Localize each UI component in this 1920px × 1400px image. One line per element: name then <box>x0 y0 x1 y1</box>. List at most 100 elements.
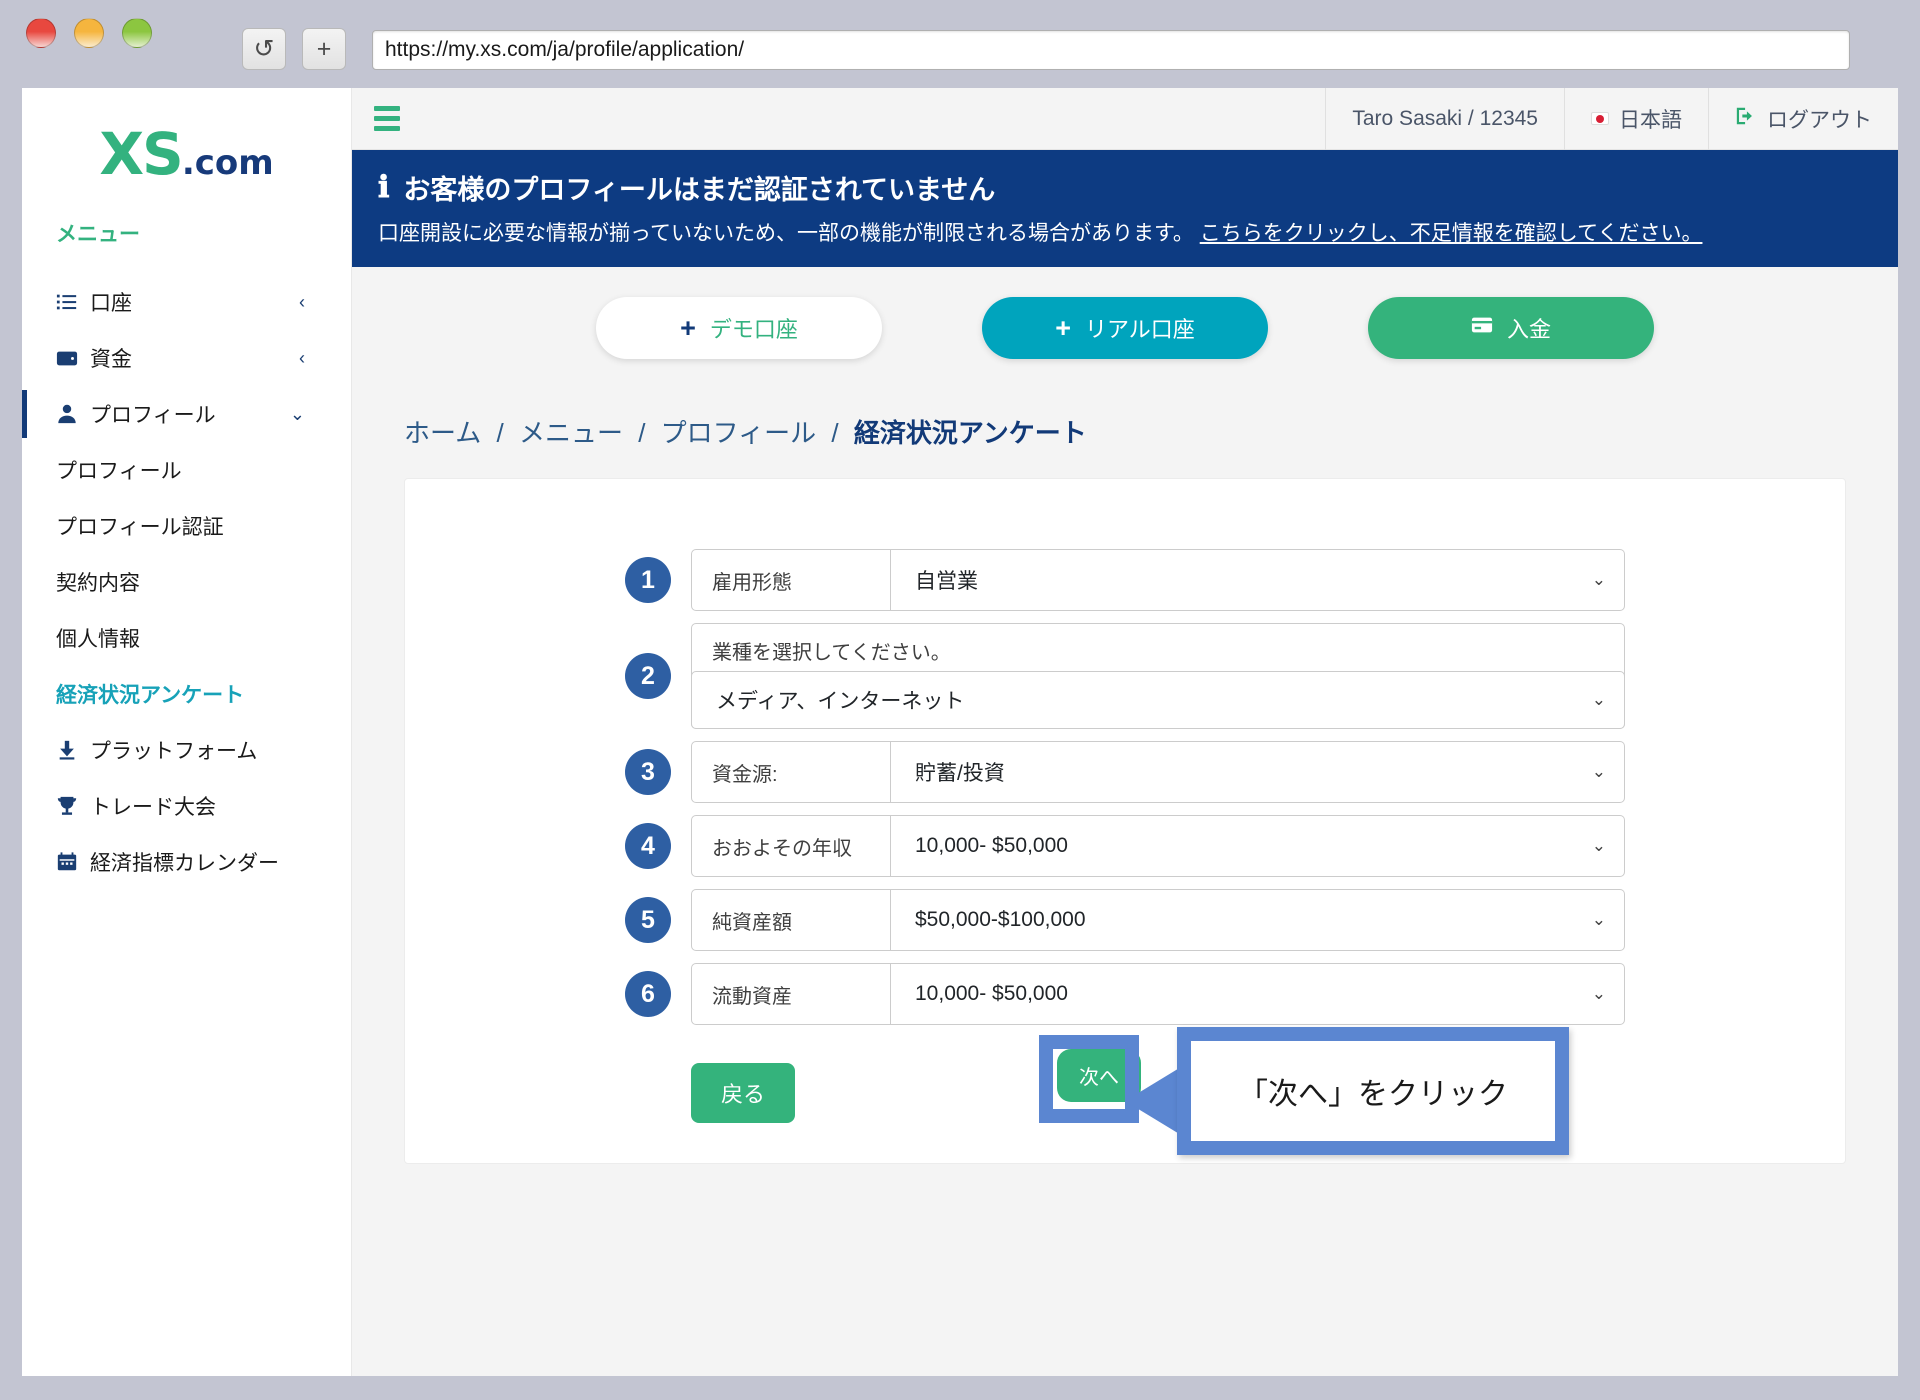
user-name-and-id: Taro Sasaki / 12345 <box>1352 106 1538 130</box>
url-text: https://my.xs.com/ja/profile/application… <box>385 38 745 61</box>
breadcrumb-separator: / <box>638 418 646 448</box>
sidebar-subitem-label: 個人情報 <box>56 628 140 651</box>
net-worth-select[interactable]: $50,000-$100,000 ⌄ <box>891 889 1625 951</box>
sidebar-item-label: トレード大会 <box>90 796 216 819</box>
sidebar: XS.com メニュー 口座 ‹ 資金 ‹ プロフィール ⌄ プロフィール プロ… <box>22 88 352 1376</box>
step-number-badge: 1 <box>625 557 671 603</box>
sidebar-subitem-financial-survey[interactable]: 経済状況アンケート <box>22 666 351 722</box>
deposit-button[interactable]: 入金 <box>1368 297 1654 359</box>
employment-type-label: 雇用形態 <box>691 549 891 611</box>
language-selector[interactable]: 日本語 <box>1564 88 1708 150</box>
next-button-highlight <box>1039 1035 1139 1123</box>
liquid-assets-select[interactable]: 10,000- $50,000 ⌄ <box>891 963 1625 1025</box>
logo-mark: XS <box>99 120 183 188</box>
real-account-label: リアル口座 <box>1085 317 1195 342</box>
sidebar-subitem-label: 契約内容 <box>56 572 140 595</box>
step-number-badge: 4 <box>625 823 671 869</box>
step-number-badge: 3 <box>625 749 671 795</box>
liquid-assets-value: 10,000- $50,000 <box>915 982 1068 1005</box>
sidebar-item-profile[interactable]: プロフィール ⌄ <box>22 386 351 442</box>
annual-income-label: おおよその年収 <box>691 815 891 877</box>
employment-type-select[interactable]: 自営業 ⌄ <box>891 549 1625 611</box>
wallet-icon <box>56 347 90 369</box>
trophy-icon <box>56 795 90 817</box>
app-window: XS.com メニュー 口座 ‹ 資金 ‹ プロフィール ⌄ プロフィール プロ… <box>22 88 1898 1376</box>
sidebar-subitem-profile[interactable]: プロフィール <box>22 442 351 498</box>
funds-source-value: 貯蓄/投資 <box>915 762 1005 785</box>
back-button[interactable]: 戻る <box>691 1063 796 1123</box>
callout-arrow <box>1125 1067 1181 1135</box>
funds-source-select[interactable]: 貯蓄/投資 ⌄ <box>891 741 1625 803</box>
logout-icon <box>1735 105 1757 133</box>
sidebar-subitem-label: プロフィール <box>56 460 182 483</box>
chevron-down-icon: ⌄ <box>1591 836 1606 855</box>
sidebar-item-label: 経済指標カレンダー <box>90 852 279 875</box>
breadcrumb-item-home[interactable]: ホーム <box>404 418 481 448</box>
sidebar-item-platform[interactable]: プラットフォーム <box>22 722 351 778</box>
form-actions: 戻る 次へ 「次へ」をクリック <box>625 1027 1625 1155</box>
breadcrumb-separator: / <box>496 418 504 448</box>
sidebar-item-label: 資金 <box>90 348 132 371</box>
account-action-buttons: + デモ口座 + リアル口座 入金 <box>352 267 1898 385</box>
new-tab-icon[interactable]: + <box>302 28 346 70</box>
sidebar-item-funds[interactable]: 資金 ‹ <box>22 330 351 386</box>
sidebar-item-label: プロフィール <box>90 404 216 427</box>
demo-account-button[interactable]: + デモ口座 <box>596 297 882 359</box>
sidebar-subitem-personal-info[interactable]: 個人情報 <box>22 610 351 666</box>
url-input[interactable]: https://my.xs.com/ja/profile/application… <box>372 30 1850 70</box>
chevron-left-icon: ‹ <box>299 291 305 312</box>
minimize-window-button[interactable] <box>74 18 104 48</box>
chevron-down-icon: ⌄ <box>1591 690 1606 709</box>
person-icon <box>56 403 90 425</box>
hamburger-icon[interactable] <box>374 106 400 131</box>
japan-flag-icon <box>1591 112 1609 125</box>
demo-account-label: デモ口座 <box>709 317 798 342</box>
reload-icon[interactable]: ↺ <box>242 28 286 70</box>
sidebar-subitem-contract[interactable]: 契約内容 <box>22 554 351 610</box>
employment-type-value: 自営業 <box>915 570 978 593</box>
xs-logo[interactable]: XS.com <box>22 120 351 188</box>
logout-label: ログアウト <box>1767 108 1872 132</box>
sidebar-item-trading-contest[interactable]: トレード大会 <box>22 778 351 834</box>
banner-title: お客様のプロフィールはまだ認証されていません <box>403 175 996 205</box>
breadcrumb-current: 経済状況アンケート <box>853 418 1087 448</box>
real-account-button[interactable]: + リアル口座 <box>982 297 1268 359</box>
industry-select[interactable]: メディア、インターネット ⌄ <box>691 671 1625 729</box>
industry-value: メディア、インターネット <box>716 690 965 713</box>
banner-title-row: ℹ お客様のプロフィールはまだ認証されていません <box>378 168 1872 207</box>
funds-source-label: 資金源: <box>691 741 891 803</box>
breadcrumb: ホーム / メニュー / プロフィール / 経済状況アンケート <box>352 385 1898 478</box>
close-window-button[interactable] <box>26 18 56 48</box>
net-worth-label: 純資産額 <box>691 889 891 951</box>
breadcrumb-item-menu[interactable]: メニュー <box>519 418 623 448</box>
survey-form: 1 雇用形態 自営業 ⌄ 2 業種を選択してください。 メディア、インターネット… <box>625 549 1625 1025</box>
plus-icon: + <box>680 312 696 343</box>
banner-body-row: 口座開設に必要な情報が揃っていないため、一部の機能が制限される場合があります。 … <box>378 217 1872 247</box>
download-icon <box>56 739 90 761</box>
user-account-display[interactable]: Taro Sasaki / 12345 <box>1325 88 1564 150</box>
breadcrumb-item-profile[interactable]: プロフィール <box>661 418 816 448</box>
chevron-down-icon: ⌄ <box>1591 762 1606 781</box>
form-row-4: 4 おおよその年収 10,000- $50,000 ⌄ <box>625 815 1625 877</box>
deposit-label: 入金 <box>1506 317 1551 342</box>
sidebar-menu-title: メニュー <box>56 223 140 246</box>
credit-card-icon <box>1471 314 1493 342</box>
calendar-icon <box>56 851 90 873</box>
window-bottom-strip <box>0 1378 1920 1400</box>
sidebar-item-label: 口座 <box>90 292 132 315</box>
chevron-down-icon: ⌄ <box>1591 984 1606 1003</box>
step-number-badge: 2 <box>625 653 671 699</box>
browser-chrome: ↺ + https://my.xs.com/ja/profile/applica… <box>0 0 1920 88</box>
form-row-3: 3 資金源: 貯蓄/投資 ⌄ <box>625 741 1625 803</box>
logout-button[interactable]: ログアウト <box>1708 88 1898 150</box>
list-icon <box>56 291 90 313</box>
sidebar-item-accounts[interactable]: 口座 ‹ <box>22 274 351 330</box>
annual-income-select[interactable]: 10,000- $50,000 ⌄ <box>891 815 1625 877</box>
info-icon: ℹ <box>378 170 390 205</box>
sidebar-subitem-profile-verification[interactable]: プロフィール認証 <box>22 498 351 554</box>
banner-link[interactable]: こちらをクリックし、不足情報を確認してください。 <box>1200 222 1703 245</box>
logo-suffix: .com <box>181 143 274 183</box>
plus-icon: + <box>1055 312 1071 343</box>
sidebar-item-economic-calendar[interactable]: 経済指標カレンダー <box>22 834 351 890</box>
maximize-window-button[interactable] <box>122 18 152 48</box>
